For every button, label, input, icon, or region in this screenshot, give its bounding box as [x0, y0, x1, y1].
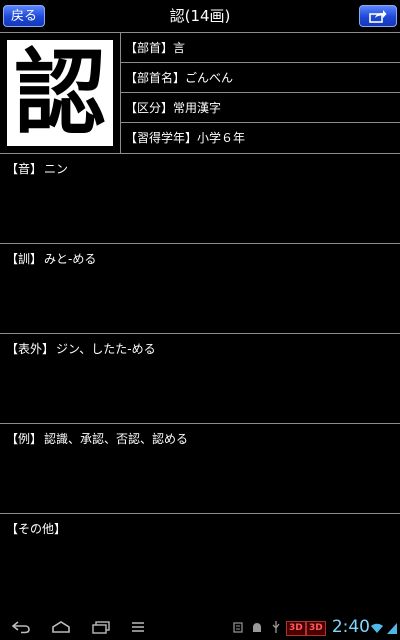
menu-icon[interactable]: [130, 620, 148, 634]
clock: 2:40: [331, 617, 370, 637]
info-value: 常用漢字: [173, 101, 222, 115]
section-kun-reading: 【訓】 みと-める: [0, 244, 400, 334]
recent-apps-icon[interactable]: [90, 620, 112, 634]
section-value: ニン: [44, 162, 69, 176]
usb-icon: [272, 621, 280, 633]
section-label: 【訓】: [6, 252, 43, 266]
section-label: 【例】: [6, 432, 43, 446]
back-button[interactable]: 戻る: [3, 5, 45, 27]
section-on-reading: 【音】 ニン: [0, 154, 400, 244]
3d-badge: 3D: [286, 621, 306, 636]
info-value: 言: [173, 41, 186, 55]
section-label: 【音】: [6, 162, 43, 176]
section-label: 【表外】: [6, 342, 55, 356]
3d-badge: 3D: [306, 621, 326, 636]
info-row-category: 【区分】常用漢字: [121, 93, 400, 123]
section-value: みと-める: [44, 252, 97, 266]
share-button[interactable]: [359, 5, 397, 27]
info-row-bushu-name: 【部首名】ごんべん: [121, 63, 400, 93]
info-label: 【区分】: [125, 101, 174, 115]
section-value: 認識、承認、否認、認める: [44, 432, 189, 446]
wifi-icon: [371, 623, 383, 633]
battery-icon: [387, 623, 397, 634]
info-row-grade: 【習得学年】小学６年: [121, 123, 400, 153]
section-value: ジン、したた-める: [56, 342, 156, 356]
notification-icon: [233, 622, 243, 633]
page-title: 認(14画): [169, 7, 231, 25]
kanji-display: 認: [0, 33, 120, 153]
info-value: ごんべん: [185, 71, 234, 85]
info-row-bushu: 【部首】言: [121, 33, 400, 63]
section-examples: 【例】 認識、承認、否認、認める: [0, 424, 400, 514]
info-label: 【部首名】: [125, 71, 186, 85]
info-label: 【部首】: [125, 41, 174, 55]
section-label: 【その他】: [6, 522, 67, 536]
header-bar: 戻る 認(14画): [0, 0, 400, 32]
system-nav-bar: 3D 3D 2:40: [0, 616, 400, 640]
info-label: 【習得学年】: [125, 131, 198, 145]
section-extra-reading: 【表外】 ジン、したた-める: [0, 334, 400, 424]
info-value: 小学６年: [197, 131, 246, 145]
share-icon: [369, 10, 387, 23]
back-nav-icon[interactable]: [10, 620, 32, 634]
section-other: 【その他】: [0, 514, 400, 614]
home-nav-icon[interactable]: [50, 620, 72, 634]
kanji-character: 認: [7, 40, 113, 146]
android-icon: [253, 623, 261, 632]
